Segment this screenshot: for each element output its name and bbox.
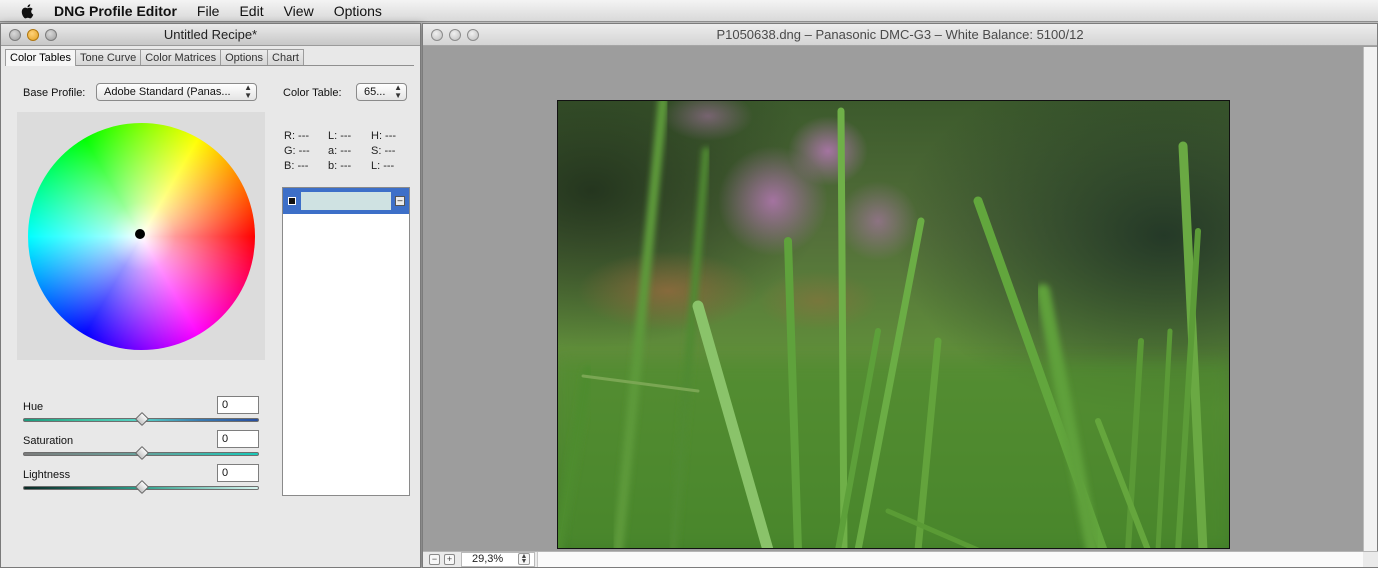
popup-arrows-icon: ▲ ▼ xyxy=(244,83,252,100)
readout-g: G: --- xyxy=(284,145,310,157)
menu-bar: DNG Profile Editor File Edit View Option… xyxy=(0,0,1378,22)
menu-edit[interactable]: Edit xyxy=(239,3,263,19)
readout-a: a: --- xyxy=(328,145,352,157)
menu-view[interactable]: View xyxy=(284,3,314,19)
color-table-label: Color Table: xyxy=(283,87,342,99)
hue-field[interactable]: 0 xyxy=(217,396,259,414)
tab-color-tables[interactable]: Color Tables xyxy=(5,49,76,66)
hue-label: Hue xyxy=(23,401,44,413)
menu-options[interactable]: Options xyxy=(334,3,382,19)
saturation-slider[interactable] xyxy=(23,445,259,461)
color-table-list[interactable]: – xyxy=(282,187,410,496)
tab-chart[interactable]: Chart xyxy=(268,49,304,65)
saturation-field[interactable]: 0 xyxy=(217,430,259,448)
recipe-titlebar[interactable]: Untitled Recipe* xyxy=(1,24,420,46)
readout-r: R: --- xyxy=(284,130,310,142)
lab-readout: L: --- a: --- b: --- xyxy=(328,129,351,174)
zoom-button[interactable] xyxy=(45,29,57,41)
tab-color-matrices[interactable]: Color Matrices xyxy=(141,49,222,65)
app-name-menu[interactable]: DNG Profile Editor xyxy=(54,3,177,19)
recipe-title: Untitled Recipe* xyxy=(163,27,258,42)
lightness-label: Lightness xyxy=(23,469,71,481)
base-profile-label: Base Profile: xyxy=(23,87,86,99)
tab-options[interactable]: Options xyxy=(221,49,269,65)
readout-h: H: --- xyxy=(371,130,397,142)
source-swatch xyxy=(288,197,296,205)
color-table-value: 65... xyxy=(364,86,386,98)
image-canvas[interactable] xyxy=(423,47,1364,553)
readout-l: L: --- xyxy=(328,130,352,142)
lightness-slider-thumb[interactable] xyxy=(134,479,150,495)
popup-arrows-icon: ▲ ▼ xyxy=(394,83,402,100)
list-item[interactable]: – xyxy=(283,188,409,214)
color-table-popup[interactable]: 65... ▲ ▼ xyxy=(356,83,407,101)
photo-preview xyxy=(557,100,1230,549)
hue-slider-thumb[interactable] xyxy=(134,411,150,427)
horizontal-scrollbar[interactable] xyxy=(537,552,1363,567)
zoom-out-button[interactable]: − xyxy=(429,554,440,565)
grass-photo-image xyxy=(558,101,1229,548)
tab-tone-curve[interactable]: Tone Curve xyxy=(75,49,142,65)
hsl-readout: H: --- S: --- L: --- xyxy=(371,129,396,174)
window-controls xyxy=(431,29,479,41)
rgb-readout: R: --- G: --- B: --- xyxy=(284,129,310,174)
saturation-slider-thumb[interactable] xyxy=(134,445,150,461)
close-button[interactable] xyxy=(431,29,443,41)
lightness-slider[interactable] xyxy=(23,479,259,495)
image-window: P1050638.dng – Panasonic DMC-G3 – White … xyxy=(422,23,1378,568)
readout-l2: L: --- xyxy=(371,160,395,172)
color-wheel[interactable] xyxy=(28,123,255,350)
close-button[interactable] xyxy=(9,29,21,41)
color-wheel-panel xyxy=(17,112,265,360)
color-wheel-marker[interactable] xyxy=(135,229,145,239)
lightness-field[interactable]: 0 xyxy=(217,464,259,482)
hue-slider[interactable] xyxy=(23,411,259,427)
window-controls xyxy=(9,29,57,41)
zoom-in-button[interactable]: + xyxy=(444,554,455,565)
recipe-window: Untitled Recipe* Color Tables Tone Curve… xyxy=(0,23,421,568)
minimize-button[interactable] xyxy=(27,29,39,41)
minimize-button[interactable] xyxy=(449,29,461,41)
vertical-scrollbar[interactable] xyxy=(1363,47,1377,553)
base-profile-value: Adobe Standard (Panas... xyxy=(104,86,231,98)
image-title: P1050638.dng – Panasonic DMC-G3 – White … xyxy=(716,27,1084,42)
tab-bar: Color Tables Tone Curve Color Matrices O… xyxy=(5,49,414,66)
menu-file[interactable]: File xyxy=(197,3,220,19)
readout-b-lab: b: --- xyxy=(328,160,352,172)
apple-menu-icon[interactable] xyxy=(20,3,36,19)
target-swatch xyxy=(301,192,391,210)
status-bar: − + 29,3% ▲ ▼ xyxy=(423,551,1378,567)
base-profile-popup[interactable]: Adobe Standard (Panas... ▲ ▼ xyxy=(96,83,257,101)
zoom-button[interactable] xyxy=(467,29,479,41)
remove-entry-button[interactable]: – xyxy=(395,196,405,206)
zoom-stepper[interactable]: ▲ ▼ xyxy=(518,553,530,565)
saturation-label: Saturation xyxy=(23,435,74,447)
readout-s: S: --- xyxy=(371,145,396,157)
image-titlebar[interactable]: P1050638.dng – Panasonic DMC-G3 – White … xyxy=(423,24,1377,46)
readout-b: B: --- xyxy=(284,160,309,172)
